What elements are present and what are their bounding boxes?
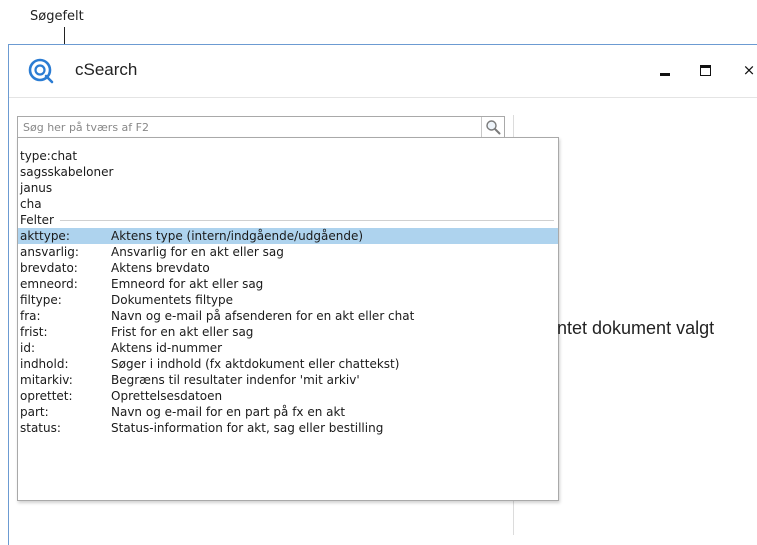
fields-section-header: Felter [18, 212, 558, 228]
field-name: id: [20, 341, 35, 355]
field-description: Navn og e-mail på afsenderen for en akt … [111, 309, 415, 323]
close-icon: × [742, 61, 756, 79]
field-item[interactable]: brevdato: Aktens brevdato [18, 260, 558, 276]
search-icon [486, 120, 501, 135]
suggestion-item[interactable]: cha [18, 196, 558, 212]
search-box [17, 116, 505, 138]
csearch-logo-icon [28, 58, 54, 84]
autocomplete-dropdown: type:chat sagsskabeloner janus cha Felter a… [17, 137, 559, 501]
field-description: Aktens id-nummer [111, 341, 223, 355]
field-name: emneord: [20, 277, 78, 291]
field-description: Ansvarlig for en akt eller sag [111, 245, 284, 259]
suggestion-list: type:chat sagsskabeloner janus cha [18, 148, 558, 212]
section-divider [59, 219, 554, 221]
field-item[interactable]: oprettet: Oprettelsesdatoen [18, 388, 558, 404]
field-description: Søger i indhold (fx aktdokument eller ch… [111, 357, 400, 371]
app-title: cSearch [75, 60, 138, 79]
field-item[interactable]: akttype: Aktens type (intern/indgående/ud… [18, 228, 558, 244]
callout-label: Søgefelt [30, 9, 84, 24]
field-item[interactable]: mitarkiv: Begræns til resultater indenfor… [18, 372, 558, 388]
suggestion-item[interactable]: janus [18, 180, 558, 196]
field-name: mitarkiv: [20, 373, 73, 387]
field-list: akttype: Aktens type (intern/indgående/ud… [18, 228, 558, 436]
app-window: cSearch × type:chatsagsskabelonerjanusch… [8, 44, 757, 545]
field-name: filtype: [20, 293, 62, 307]
close-button[interactable]: × [736, 57, 757, 83]
field-item[interactable]: ansvarlig: Ansvarlig for en akt eller sag [18, 244, 558, 260]
field-name: ansvarlig: [20, 245, 79, 259]
field-item[interactable]: emneord: Emneord for akt eller sag [18, 276, 558, 292]
field-item[interactable]: filtype: Dokumentets filtype [18, 292, 558, 308]
field-name: part: [20, 405, 49, 419]
field-item[interactable]: status: Status-information for akt, sag e… [18, 420, 558, 436]
empty-preview-text: ntet dokument valgt [557, 318, 715, 338]
field-name: fra: [20, 309, 41, 323]
field-name: akttype: [20, 229, 70, 243]
field-name: indhold: [20, 357, 69, 371]
field-description: Aktens brevdato [111, 261, 210, 275]
field-description: Status-information for akt, sag eller be… [111, 421, 384, 435]
search-input[interactable] [18, 117, 483, 137]
minimize-icon [660, 72, 670, 76]
field-item[interactable]: fra: Navn og e-mail på afsenderen for en … [18, 308, 558, 324]
search-button[interactable] [481, 117, 504, 137]
suggestion-item[interactable]: type:chat [18, 148, 558, 164]
field-name: oprettet: [20, 389, 73, 403]
maximize-button[interactable] [692, 57, 718, 83]
field-description: Navn og e-mail for en part på fx en akt [111, 405, 346, 419]
section-label: Felter [20, 213, 54, 227]
field-description: Emneord for akt eller sag [111, 277, 264, 291]
field-name: brevdato: [20, 261, 78, 275]
field-description: Dokumentets filtype [111, 293, 234, 307]
suggestion-item[interactable]: sagsskabeloner [18, 164, 558, 180]
title-bar: cSearch × [9, 45, 757, 98]
maximize-icon [699, 64, 711, 76]
field-description: Oprettelsesdatoen [111, 389, 223, 403]
field-item[interactable]: indhold: Søger i indhold (fx aktdokument … [18, 356, 558, 372]
minimize-button[interactable] [652, 57, 678, 83]
field-description: Begræns til resultater indenfor 'mit ark… [111, 373, 360, 387]
field-name: frist: [20, 325, 48, 339]
field-description: Aktens type (intern/indgående/udgående) [111, 229, 364, 243]
field-description: Frist for en akt eller sag [111, 325, 254, 339]
field-item[interactable]: id: Aktens id-nummer [18, 340, 558, 356]
field-item[interactable]: frist: Frist for en akt eller sag [18, 324, 558, 340]
field-item[interactable]: part: Navn og e-mail for en part på fx en… [18, 404, 558, 420]
field-name: status: [20, 421, 61, 435]
